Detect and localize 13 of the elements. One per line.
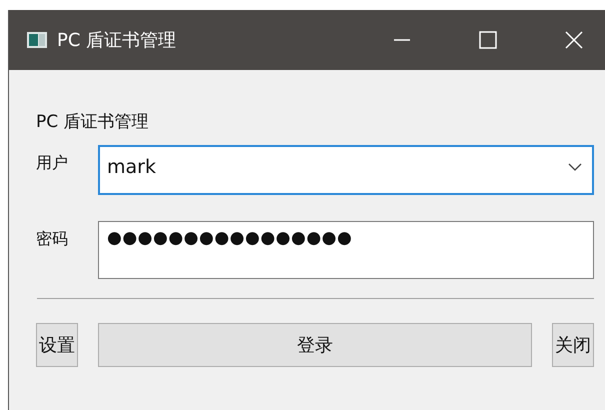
- password-field[interactable]: ●●●●●●●●●●●●●●●●: [98, 221, 594, 279]
- dialog-heading: PC 盾证书管理: [36, 111, 150, 133]
- user-combo-box[interactable]: mark: [98, 145, 594, 195]
- caret-icon[interactable]: [568, 163, 582, 171]
- dialog-button[interactable]: 设置: [36, 323, 78, 367]
- maximize-icon[interactable]: [478, 30, 498, 50]
- dialog-button[interactable]: 关闭: [552, 323, 594, 367]
- app-icon: [27, 32, 47, 48]
- window-title: PC 盾证书管理: [57, 29, 176, 52]
- close-icon[interactable]: [564, 30, 584, 50]
- field-label: 密码: [36, 229, 69, 250]
- login-button[interactable]: 登录: [98, 323, 532, 367]
- field-label: 用户: [36, 153, 69, 174]
